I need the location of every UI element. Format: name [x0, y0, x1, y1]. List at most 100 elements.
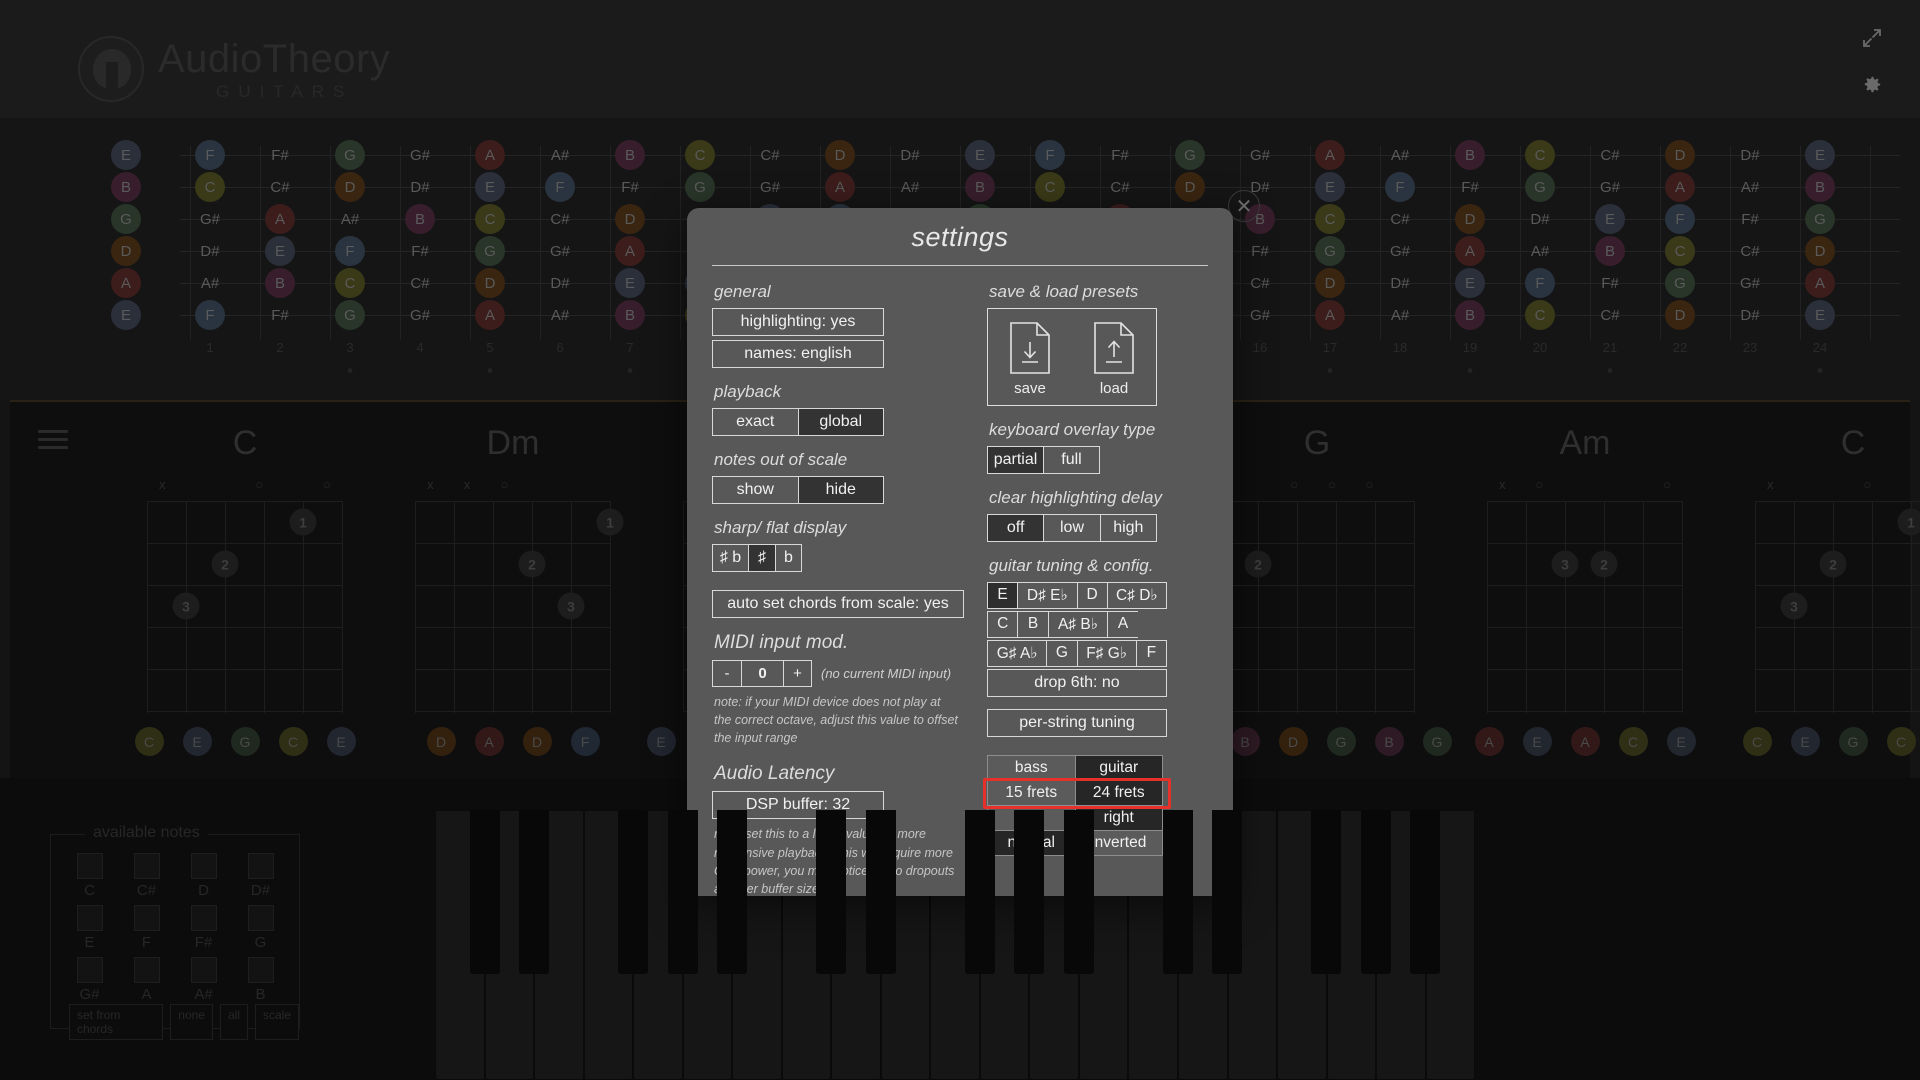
names-button[interactable]: names: english — [712, 340, 884, 368]
fretboard-note[interactable]: G — [685, 172, 715, 202]
fretboard-note[interactable]: E — [1805, 140, 1835, 170]
available-note-checkbox[interactable] — [133, 905, 160, 931]
chord-note[interactable]: E — [326, 727, 356, 756]
available-note-checkbox[interactable] — [190, 957, 217, 983]
fretboard-note[interactable]: A# — [545, 140, 575, 170]
fretboard-note[interactable]: F — [1665, 204, 1695, 234]
available-notes-all-button[interactable]: all — [219, 1004, 248, 1040]
tuning-note-DE[interactable]: D♯ E♭ — [1017, 582, 1077, 609]
fretboard-note[interactable]: D — [825, 140, 855, 170]
piano-black-key[interactable] — [667, 810, 698, 974]
fretboard-note[interactable]: F — [1525, 268, 1555, 298]
fretboard-open-note[interactable]: D — [111, 236, 141, 266]
fretboard-note[interactable]: E — [1315, 172, 1345, 202]
fretboard-note[interactable]: G# — [755, 172, 785, 202]
fretboard-note[interactable]: B — [1455, 300, 1485, 330]
tuning-note-GA[interactable]: G♯ A♭ — [987, 640, 1047, 667]
fretboard-note[interactable]: F — [545, 172, 575, 202]
fretboard-note[interactable]: C# — [405, 268, 435, 298]
fretboard-note[interactable]: C — [685, 140, 715, 170]
fretboard-note[interactable]: A# — [545, 300, 575, 330]
fretboard-note[interactable]: C — [1525, 140, 1555, 170]
chord-note[interactable]: B — [1374, 727, 1404, 756]
midi-value[interactable]: 0 — [741, 660, 783, 687]
sharpflat-option-both[interactable]: ♯ b — [712, 544, 748, 572]
fretboard-open-note[interactable]: G — [111, 204, 141, 234]
fretboard-note[interactable]: F# — [1455, 172, 1485, 202]
chord-note[interactable]: C — [134, 727, 164, 756]
piano-black-key[interactable] — [469, 810, 500, 974]
fretboard-note[interactable]: G — [335, 140, 365, 170]
fretboard-note[interactable]: C# — [1735, 236, 1765, 266]
available-note-cell[interactable]: A — [118, 957, 175, 1003]
chord-note[interactable]: A — [474, 727, 504, 756]
fretboard-note[interactable]: C# — [1245, 268, 1275, 298]
available-note-cell[interactable]: C# — [118, 853, 175, 899]
fretboard-note[interactable]: D — [1665, 140, 1695, 170]
fretboard-note[interactable]: A# — [195, 268, 225, 298]
highlighting-button[interactable]: highlighting: yes — [712, 308, 884, 336]
available-note-checkbox[interactable] — [76, 853, 103, 879]
fretboard-note[interactable]: A# — [335, 204, 365, 234]
fretboard-note[interactable]: G# — [1735, 268, 1765, 298]
fretboard-note[interactable]: A — [1315, 140, 1345, 170]
fretboard-note[interactable]: G — [1315, 236, 1345, 266]
available-note-checkbox[interactable] — [247, 853, 274, 879]
config-bass-button[interactable]: bass — [988, 756, 1076, 781]
chord-note[interactable]: A — [1474, 727, 1504, 756]
available-note-checkbox[interactable] — [247, 957, 274, 983]
fretboard-note[interactable]: A# — [895, 172, 925, 202]
fretboard-note[interactable]: C# — [265, 172, 295, 202]
available-note-checkbox[interactable] — [190, 853, 217, 879]
fretboard-note[interactable]: G# — [405, 140, 435, 170]
fretboard-note[interactable]: A# — [1525, 236, 1555, 266]
fretboard-note[interactable]: C# — [1105, 172, 1135, 202]
chord-note[interactable]: C — [1886, 727, 1916, 756]
chord-note[interactable]: E — [1666, 727, 1696, 756]
chord-note[interactable]: E — [182, 727, 212, 756]
fretboard-note[interactable]: A# — [1385, 140, 1415, 170]
available-note-checkbox[interactable] — [133, 957, 160, 983]
tuning-note-G[interactable]: G — [1046, 640, 1077, 667]
fretboard-open-note[interactable]: E — [111, 140, 141, 170]
fretboard-open-note[interactable]: E — [111, 300, 141, 330]
piano-black-key[interactable] — [1162, 810, 1193, 974]
fretboard-note[interactable]: C — [335, 268, 365, 298]
available-note-cell[interactable]: E — [61, 905, 118, 951]
chord-diagram[interactable]: Dm x x ○ 1 2 3 D A D F — [368, 424, 658, 797]
tuning-note-FG[interactable]: F♯ G♭ — [1076, 640, 1136, 667]
fretboard-note[interactable]: F# — [1595, 268, 1625, 298]
fretboard-note[interactable]: C# — [1385, 204, 1415, 234]
fretboard-note[interactable]: E — [1595, 204, 1625, 234]
overlay-option-partial[interactable]: partial — [987, 446, 1043, 474]
fretboard-note[interactable]: D — [335, 172, 365, 202]
chord-note[interactable]: G — [1838, 727, 1868, 756]
available-note-cell[interactable]: D — [175, 853, 232, 899]
fretboard-note[interactable]: G — [1805, 204, 1835, 234]
config-24-frets-button[interactable]: 24 frets — [1075, 781, 1162, 806]
expand-icon[interactable] — [1854, 20, 1890, 56]
fretboard-note[interactable]: B — [405, 204, 435, 234]
midi-increment-button[interactable]: + — [783, 660, 812, 687]
piano-black-key[interactable] — [519, 810, 550, 974]
tuning-note-A[interactable]: A — [1107, 611, 1138, 638]
available-note-cell[interactable]: A# — [175, 957, 232, 1003]
fretboard-note[interactable]: D# — [405, 172, 435, 202]
chord-note[interactable]: E — [1790, 727, 1820, 756]
fretboard-note[interactable]: D — [1665, 300, 1695, 330]
fretboard-note[interactable]: D — [615, 204, 645, 234]
fretboard-note[interactable]: E — [615, 268, 645, 298]
fretboard-note[interactable]: A — [825, 172, 855, 202]
fretboard-note[interactable]: F# — [1245, 236, 1275, 266]
available-note-cell[interactable]: F# — [175, 905, 232, 951]
fretboard-note[interactable]: A — [1805, 268, 1835, 298]
fretboard-note[interactable]: E — [1455, 268, 1485, 298]
fretboard-note[interactable]: D# — [1525, 204, 1555, 234]
overlay-option-full[interactable]: full — [1043, 446, 1100, 474]
fretboard-note[interactable]: A — [615, 236, 645, 266]
menu-icon[interactable] — [38, 430, 68, 454]
available-note-checkbox[interactable] — [133, 853, 160, 879]
chord-note[interactable]: G — [1326, 727, 1356, 756]
fretboard-note[interactable]: D — [1455, 204, 1485, 234]
piano-black-key[interactable] — [816, 810, 847, 974]
